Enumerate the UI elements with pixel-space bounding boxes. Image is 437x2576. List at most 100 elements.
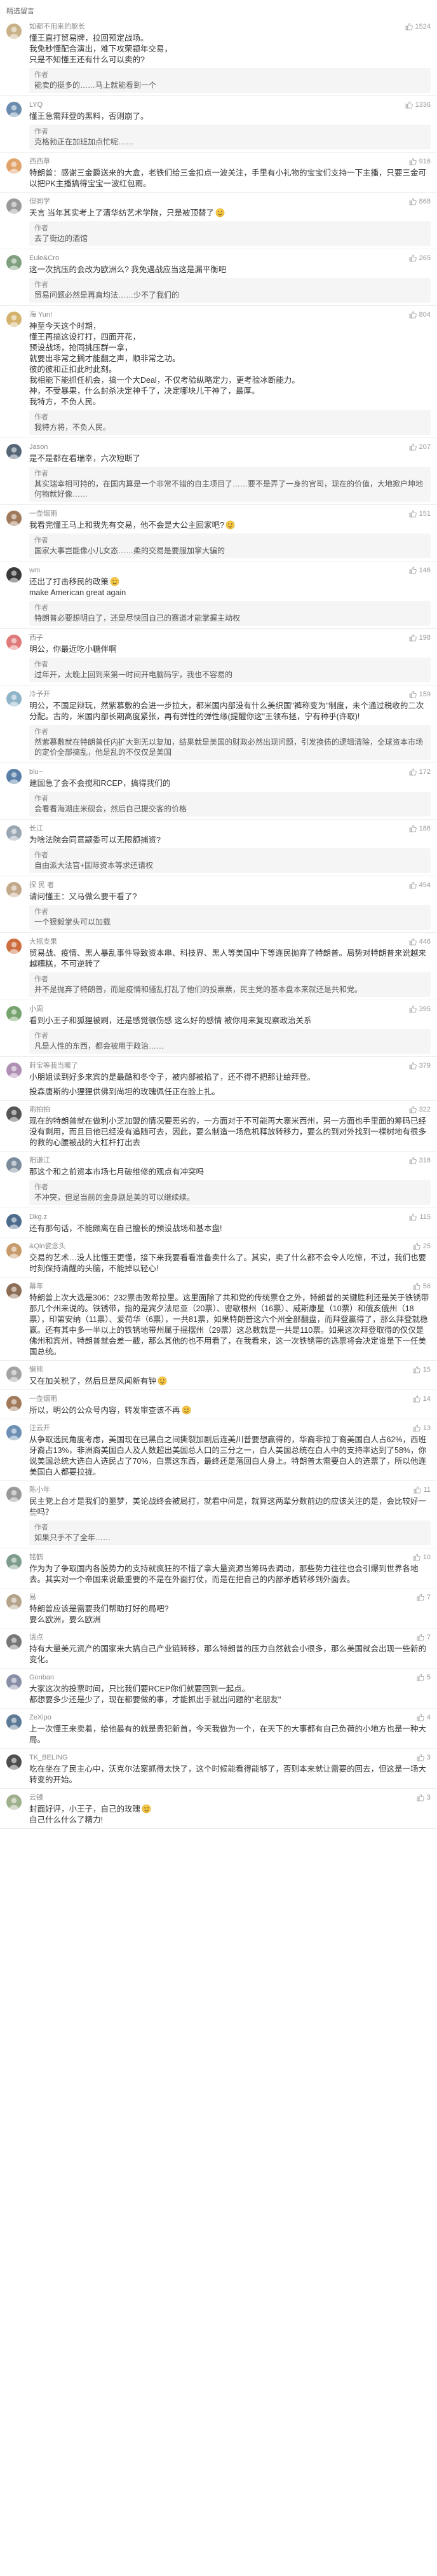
avatar[interactable]: [6, 882, 22, 897]
like-button[interactable]: 3: [417, 1753, 431, 1763]
avatar[interactable]: [6, 1674, 22, 1690]
username[interactable]: 冷予开: [29, 689, 50, 699]
like-button[interactable]: 56: [413, 1281, 431, 1291]
like-button[interactable]: 151: [409, 509, 431, 519]
avatar[interactable]: [6, 691, 22, 706]
avatar[interactable]: [6, 1214, 22, 1229]
username[interactable]: 云镜: [29, 1793, 43, 1803]
avatar[interactable]: [6, 1794, 22, 1810]
avatar[interactable]: [6, 102, 22, 117]
avatar[interactable]: [6, 1396, 22, 1411]
username[interactable]: 西子: [29, 633, 43, 643]
like-button[interactable]: 1336: [405, 100, 431, 110]
username[interactable]: 小周: [29, 1004, 43, 1014]
like-button[interactable]: 13: [413, 1423, 431, 1433]
username[interactable]: 一壶烟雨: [29, 509, 57, 519]
like-button[interactable]: 198: [409, 633, 431, 643]
like-button[interactable]: 7: [417, 1592, 431, 1602]
username[interactable]: 海 Yun!: [29, 310, 52, 320]
username[interactable]: 请点: [29, 1632, 43, 1643]
avatar[interactable]: [6, 825, 22, 841]
avatar[interactable]: [6, 1106, 22, 1122]
like-button[interactable]: 7: [417, 1632, 431, 1643]
username[interactable]: 西西草: [29, 156, 50, 167]
username[interactable]: 长江: [29, 823, 43, 834]
like-button[interactable]: 186: [409, 823, 431, 834]
avatar[interactable]: [6, 769, 22, 784]
avatar[interactable]: [6, 198, 22, 214]
username[interactable]: Gonban: [29, 1672, 54, 1683]
avatar[interactable]: [6, 1425, 22, 1440]
avatar[interactable]: [6, 567, 22, 582]
avatar[interactable]: [6, 1487, 22, 1502]
avatar[interactable]: [6, 1754, 22, 1770]
like-button[interactable]: 5: [417, 1672, 431, 1683]
username[interactable]: LYQ: [29, 100, 43, 110]
like-button[interactable]: 25: [413, 1241, 431, 1251]
avatar[interactable]: [6, 1157, 22, 1173]
like-button[interactable]: 395: [409, 1004, 431, 1014]
like-button[interactable]: 868: [409, 196, 431, 207]
avatar[interactable]: [6, 511, 22, 526]
username[interactable]: 如都不用来的躯长: [29, 22, 85, 32]
username[interactable]: TK_BELING: [29, 1753, 68, 1763]
username[interactable]: 幕年: [29, 1281, 43, 1291]
like-button[interactable]: 207: [409, 442, 431, 452]
like-button[interactable]: 159: [409, 689, 431, 699]
username[interactable]: 易: [29, 1592, 36, 1602]
avatar[interactable]: [6, 444, 22, 459]
like-button[interactable]: 4: [417, 1712, 431, 1723]
username[interactable]: 探 民 者: [29, 880, 54, 890]
like-button[interactable]: 11: [413, 1485, 431, 1495]
avatar[interactable]: [6, 255, 22, 270]
username[interactable]: 一壶烟雨: [29, 1394, 57, 1404]
like-button[interactable]: 916: [409, 156, 431, 167]
avatar[interactable]: [6, 24, 22, 39]
avatar[interactable]: [6, 1283, 22, 1298]
like-button[interactable]: 15: [413, 1365, 431, 1375]
avatar[interactable]: [6, 939, 22, 954]
avatar[interactable]: [6, 1063, 22, 1078]
username[interactable]: Dkg.z: [29, 1212, 47, 1222]
like-button[interactable]: 379: [409, 1061, 431, 1071]
username[interactable]: 阳谦江: [29, 1155, 50, 1166]
like-button[interactable]: 265: [409, 253, 431, 263]
username[interactable]: &Qin瓷念头: [29, 1241, 65, 1251]
username[interactable]: wm: [29, 565, 40, 575]
avatar[interactable]: [6, 635, 22, 650]
username[interactable]: 但同学: [29, 196, 50, 207]
username[interactable]: 铭鹤: [29, 1552, 43, 1562]
username[interactable]: blu~: [29, 767, 43, 777]
like-button[interactable]: 172: [409, 767, 431, 777]
like-button[interactable]: 146: [409, 565, 431, 575]
username[interactable]: 大摇支果: [29, 937, 57, 947]
avatar[interactable]: [6, 158, 22, 174]
comment-meta: 铭鹤 10: [29, 1552, 431, 1562]
like-button[interactable]: 14: [413, 1394, 431, 1404]
avatar[interactable]: [6, 1554, 22, 1569]
username[interactable]: 陈小年: [29, 1485, 50, 1495]
avatar[interactable]: [6, 1714, 22, 1730]
username[interactable]: Jason: [29, 442, 48, 452]
like-button[interactable]: 446: [409, 937, 431, 947]
username[interactable]: ZeXipo: [29, 1712, 51, 1723]
avatar[interactable]: [6, 1367, 22, 1382]
like-button[interactable]: 318: [409, 1155, 431, 1166]
username[interactable]: 雨拍拍: [29, 1105, 50, 1115]
like-button[interactable]: 3: [417, 1793, 431, 1803]
like-button[interactable]: 322: [409, 1105, 431, 1115]
username[interactable]: 懒熊: [29, 1365, 43, 1375]
like-button[interactable]: 1524: [405, 22, 431, 32]
like-button[interactable]: 115: [409, 1212, 431, 1222]
avatar[interactable]: [6, 1594, 22, 1609]
avatar[interactable]: [6, 312, 22, 327]
username[interactable]: 莳宝等我当暖了: [29, 1061, 78, 1071]
avatar[interactable]: [6, 1006, 22, 1021]
like-button[interactable]: 804: [409, 310, 431, 320]
username[interactable]: Eule&Cro: [29, 253, 59, 263]
avatar[interactable]: [6, 1243, 22, 1258]
like-button[interactable]: 10: [413, 1552, 431, 1562]
like-button[interactable]: 454: [409, 880, 431, 890]
username[interactable]: 汪云开: [29, 1423, 50, 1433]
avatar[interactable]: [6, 1634, 22, 1650]
